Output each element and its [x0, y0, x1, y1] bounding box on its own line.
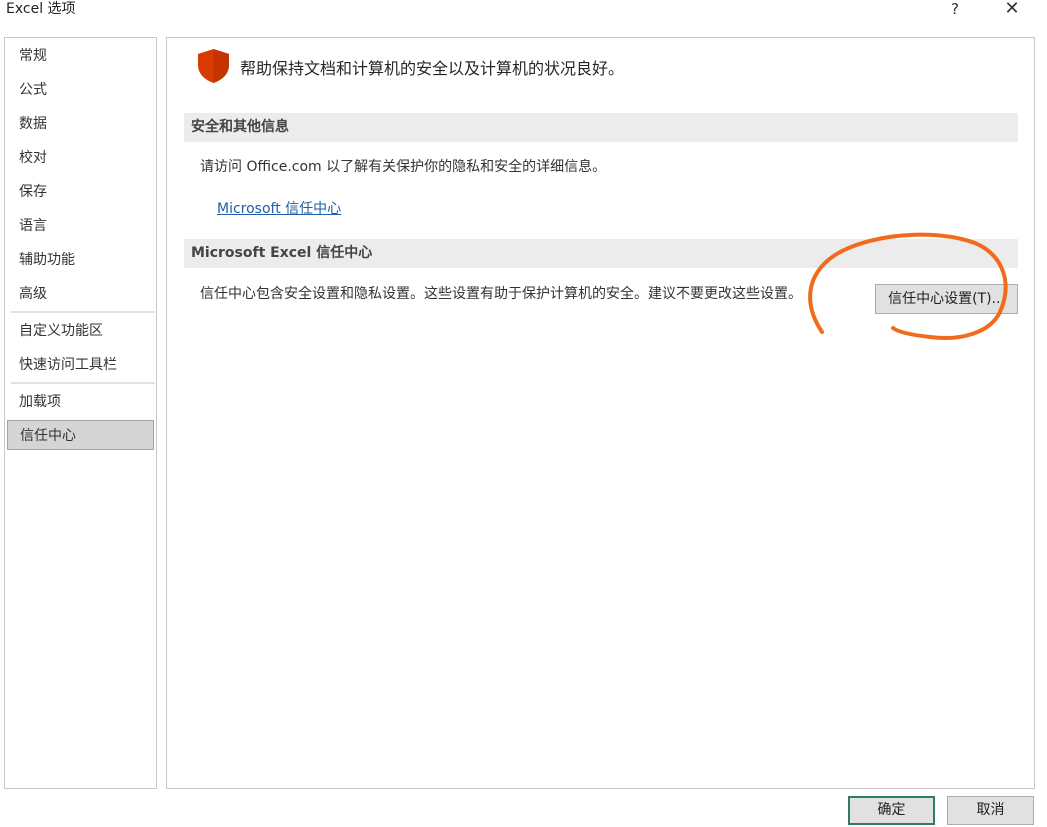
section-header-security-info: 安全和其他信息 — [184, 113, 1018, 142]
sidebar-item-customize-ribbon[interactable]: 自定义功能区 — [7, 316, 154, 346]
sidebar-item-data[interactable]: 数据 — [7, 109, 154, 139]
section-header-excel-trust-center: Microsoft Excel 信任中心 — [184, 239, 1018, 268]
options-sidebar: 常规 公式 数据 校对 保存 语言 辅助功能 高级 自定义功能区 快速访问工具栏… — [4, 37, 157, 789]
sidebar-item-formulas[interactable]: 公式 — [7, 75, 154, 105]
trust-center-settings-button[interactable]: 信任中心设置(T)... — [875, 284, 1018, 314]
sidebar-item-save[interactable]: 保存 — [7, 177, 154, 207]
page-headline: 帮助保持文档和计算机的安全以及计算机的状况良好。 — [240, 59, 625, 78]
ok-button[interactable]: 确定 — [848, 796, 935, 825]
sidebar-item-language[interactable]: 语言 — [7, 211, 154, 241]
sidebar-divider — [11, 382, 155, 384]
sidebar-item-quick-access-toolbar[interactable]: 快速访问工具栏 — [7, 350, 154, 380]
sidebar-item-advanced[interactable]: 高级 — [7, 279, 154, 309]
sidebar-item-accessibility[interactable]: 辅助功能 — [7, 245, 154, 275]
shield-icon — [198, 49, 229, 83]
sidebar-item-trust-center[interactable]: 信任中心 — [7, 420, 154, 450]
sidebar-item-general[interactable]: 常规 — [7, 41, 154, 71]
trust-center-panel: 帮助保持文档和计算机的安全以及计算机的状况良好。 安全和其他信息 请访问 Off… — [166, 37, 1035, 789]
close-icon[interactable]: ✕ — [997, 0, 1027, 20]
trust-center-link[interactable]: Microsoft 信任中心 — [217, 198, 341, 218]
title-bar: Excel 选项 ? ✕ — [0, 0, 1047, 22]
sidebar-item-addins[interactable]: 加载项 — [7, 387, 154, 417]
help-icon[interactable]: ? — [940, 0, 970, 20]
window-title: Excel 选项 — [6, 1, 76, 17]
sidebar-item-proofing[interactable]: 校对 — [7, 143, 154, 173]
security-info-text: 请访问 Office.com 以了解有关保护你的隐私和安全的详细信息。 — [200, 159, 607, 175]
sidebar-divider — [11, 311, 155, 313]
cancel-button[interactable]: 取消 — [947, 796, 1034, 825]
trust-center-description: 信任中心包含安全设置和隐私设置。这些设置有助于保护计算机的安全。建议不要更改这些… — [200, 286, 802, 302]
